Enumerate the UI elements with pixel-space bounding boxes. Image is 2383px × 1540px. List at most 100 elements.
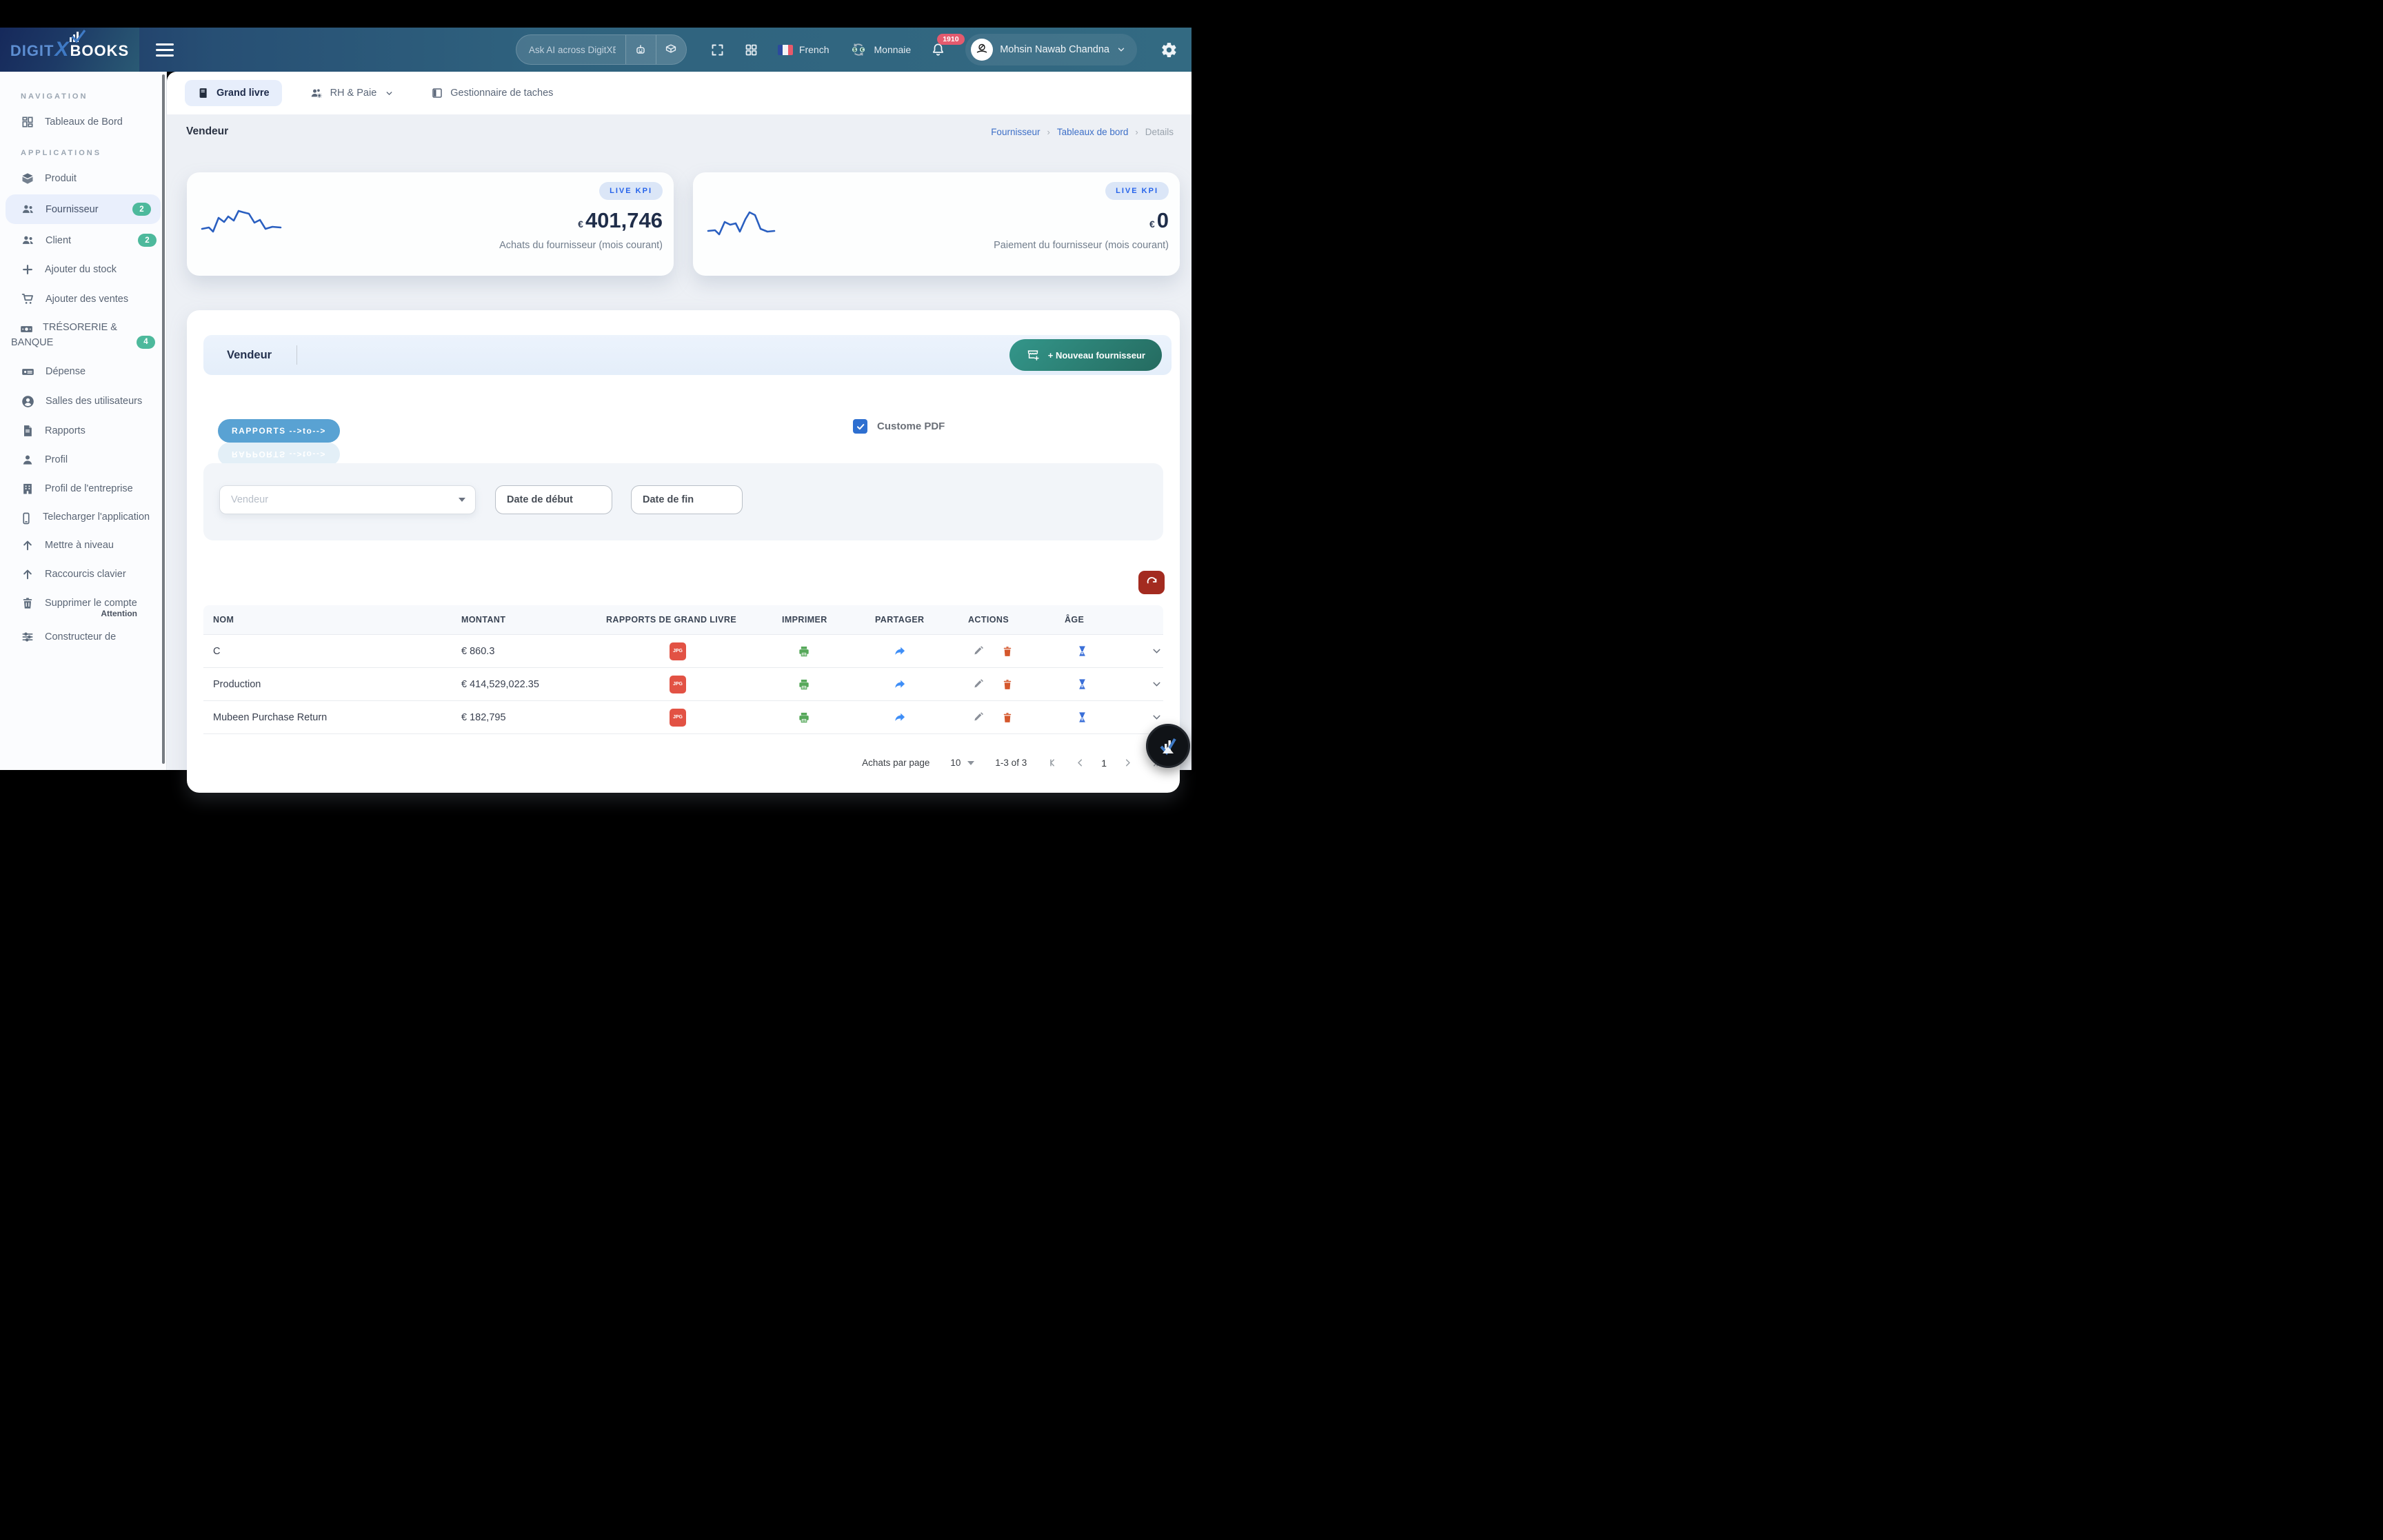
brand-wordmark: DIGITXBOOKS xyxy=(10,39,129,60)
page-size-select[interactable]: 10 xyxy=(950,758,974,768)
sidebar-item-ajouter-du-stock[interactable]: Ajouter du stock xyxy=(0,255,166,284)
jpg-export-button[interactable]: JPG xyxy=(670,709,686,727)
first-page-button[interactable] xyxy=(1047,757,1059,769)
sidebar-item-depense[interactable]: Dépense xyxy=(0,357,166,387)
age-hourglass-button[interactable] xyxy=(1076,711,1089,724)
tab-label: RH & Paie xyxy=(330,88,377,99)
kanban-board-icon xyxy=(431,87,443,99)
sidebar-item-rapports[interactable]: Rapports xyxy=(0,416,166,445)
user-name: Mohsin Nawab Chandna xyxy=(1000,44,1109,55)
brand-part-digit: DIGIT xyxy=(10,42,54,59)
brand-logo[interactable]: DIGITXBOOKS xyxy=(0,28,139,72)
previous-page-button[interactable] xyxy=(1074,757,1086,769)
sidebar-item-client[interactable]: Client 2 xyxy=(0,225,166,255)
vendor-amount: € 860.3 xyxy=(461,646,606,657)
fournisseur-count-badge: 2 xyxy=(132,203,151,216)
share-button[interactable] xyxy=(893,645,907,658)
notifications-button[interactable]: 1910 xyxy=(930,42,946,58)
age-hourglass-button[interactable] xyxy=(1076,678,1089,691)
sidebar-item-tresorerie-banque[interactable]: TRÉSORERIE & BANQUE 4 xyxy=(0,314,166,357)
breadcrumb-fournisseur[interactable]: Fournisseur xyxy=(991,127,1040,137)
knowledge-box-icon[interactable] xyxy=(656,34,686,65)
tab-grand-livre[interactable]: Grand livre xyxy=(185,80,282,106)
print-button[interactable] xyxy=(797,645,811,658)
tab-rh-paie[interactable]: RH & Paie xyxy=(300,79,404,107)
rapports-chip[interactable]: RAPPORTS -->to--> xyxy=(218,419,340,443)
vendeur-select[interactable]: Vendeur xyxy=(219,485,476,514)
users-icon xyxy=(21,202,35,216)
date-debut-input[interactable]: Date de début xyxy=(495,485,612,514)
print-button[interactable] xyxy=(797,711,811,725)
top-header: DIGITXBOOKS Fr xyxy=(0,28,1192,72)
edit-pencil-button[interactable] xyxy=(972,678,985,691)
delete-trash-button[interactable] xyxy=(1001,645,1014,658)
sidebar-item-constructeur[interactable]: Constructeur de xyxy=(0,622,166,651)
page-title: Vendeur xyxy=(186,125,228,138)
vendor-name: Production xyxy=(213,679,461,690)
share-button[interactable] xyxy=(893,711,907,725)
sidebar-item-salles-des-utilisateurs[interactable]: Salles des utilisateurs xyxy=(0,387,166,416)
col-montant: MONTANT xyxy=(461,615,606,625)
jpg-export-button[interactable]: JPG xyxy=(670,676,686,693)
rapports-chip-reflection: RAPPORTS -->to--> xyxy=(218,443,340,466)
ai-search-input[interactable] xyxy=(516,45,625,55)
delete-trash-button[interactable] xyxy=(1001,678,1014,691)
current-page-number[interactable]: 1 xyxy=(1101,758,1107,769)
vendors-table: NOM MONTANT RAPPORTS DE GRAND LIVRE IMPR… xyxy=(203,605,1163,734)
delete-trash-button[interactable] xyxy=(1001,711,1014,724)
edit-pencil-button[interactable] xyxy=(972,711,985,724)
sidebar-item-raccourcis-clavier[interactable]: Raccourcis clavier xyxy=(0,560,166,589)
col-age: ÂGE xyxy=(1065,615,1151,625)
user-menu[interactable]: Mohsin Nawab Chandna xyxy=(965,34,1137,65)
tab-gestionnaire-de-taches[interactable]: Gestionnaire de taches xyxy=(421,80,563,106)
date-fin-input[interactable]: Date de fin xyxy=(631,485,743,514)
age-hourglass-button[interactable] xyxy=(1076,645,1089,658)
sidebar-item-profil[interactable]: Profil xyxy=(0,445,166,474)
sparkline-chart xyxy=(199,200,292,248)
euro-symbol: € xyxy=(1149,219,1155,230)
breadcrumb-details: Details xyxy=(1145,127,1174,137)
sidebar-item-tableaux-de-bord[interactable]: Tableaux de Bord xyxy=(0,108,166,136)
chat-widget-button[interactable] xyxy=(1146,724,1190,768)
print-button[interactable] xyxy=(797,678,811,691)
sidebar-scrollbar[interactable] xyxy=(162,74,165,764)
user-circle-icon xyxy=(21,394,35,409)
panel-title: Vendeur xyxy=(227,349,272,362)
expand-row-chevron[interactable] xyxy=(1151,645,1163,657)
share-button[interactable] xyxy=(893,678,907,691)
expand-row-chevron[interactable] xyxy=(1151,711,1163,723)
breadcrumb-tableaux-de-bord[interactable]: Tableaux de bord xyxy=(1057,127,1129,137)
sidebar-item-telecharger-application[interactable]: Telecharger l'application xyxy=(0,503,166,531)
vendor-name: C xyxy=(213,646,461,657)
breadcrumb-separator: › xyxy=(1047,127,1049,137)
next-page-button[interactable] xyxy=(1122,757,1134,769)
hamburger-menu-icon[interactable] xyxy=(156,40,174,60)
vendor-name: Mubeen Purchase Return xyxy=(213,712,461,723)
sidebar-item-label: Profil xyxy=(45,454,68,465)
document-icon xyxy=(21,424,34,438)
sidebar-item-label: Dépense xyxy=(46,366,86,377)
currency-switcher[interactable]: $€ Monnaie xyxy=(849,40,912,59)
refresh-button[interactable] xyxy=(1138,571,1165,594)
custome-pdf-checkbox[interactable]: Custome PDF xyxy=(853,419,945,434)
box-icon xyxy=(21,172,34,185)
sidebar-item-ajouter-des-ventes[interactable]: Ajouter des ventes xyxy=(0,284,166,314)
nouveau-fournisseur-button[interactable]: + Nouveau fournisseur xyxy=(1009,339,1162,371)
jpg-export-button[interactable]: JPG xyxy=(670,642,686,660)
sidebar-item-profil-entreprise[interactable]: Profil de l'entreprise xyxy=(0,474,166,503)
sidebar-item-fournisseur[interactable]: Fournisseur 2 xyxy=(6,194,161,224)
edit-pencil-button[interactable] xyxy=(972,645,985,658)
sidebar-item-produit[interactable]: Produit xyxy=(0,164,166,193)
kpi-label: Paiement du fournisseur (mois courant) xyxy=(994,240,1169,251)
kpi-cards-row: LIVE KPI €401,746 Achats du fournisseur … xyxy=(187,172,1180,276)
language-switcher[interactable]: French xyxy=(778,44,829,55)
settings-gear-icon[interactable] xyxy=(1160,41,1178,59)
arrow-up-icon xyxy=(21,538,34,552)
brand-part-books: BOOKS xyxy=(70,42,130,59)
expand-row-chevron[interactable] xyxy=(1151,678,1163,690)
sidebar-item-mettre-a-niveau[interactable]: Mettre à niveau xyxy=(0,531,166,560)
ai-robot-icon[interactable] xyxy=(625,34,656,65)
checkbox-checked-icon xyxy=(853,419,867,434)
apps-grid-icon[interactable] xyxy=(744,43,758,57)
fullscreen-icon[interactable] xyxy=(710,43,725,57)
